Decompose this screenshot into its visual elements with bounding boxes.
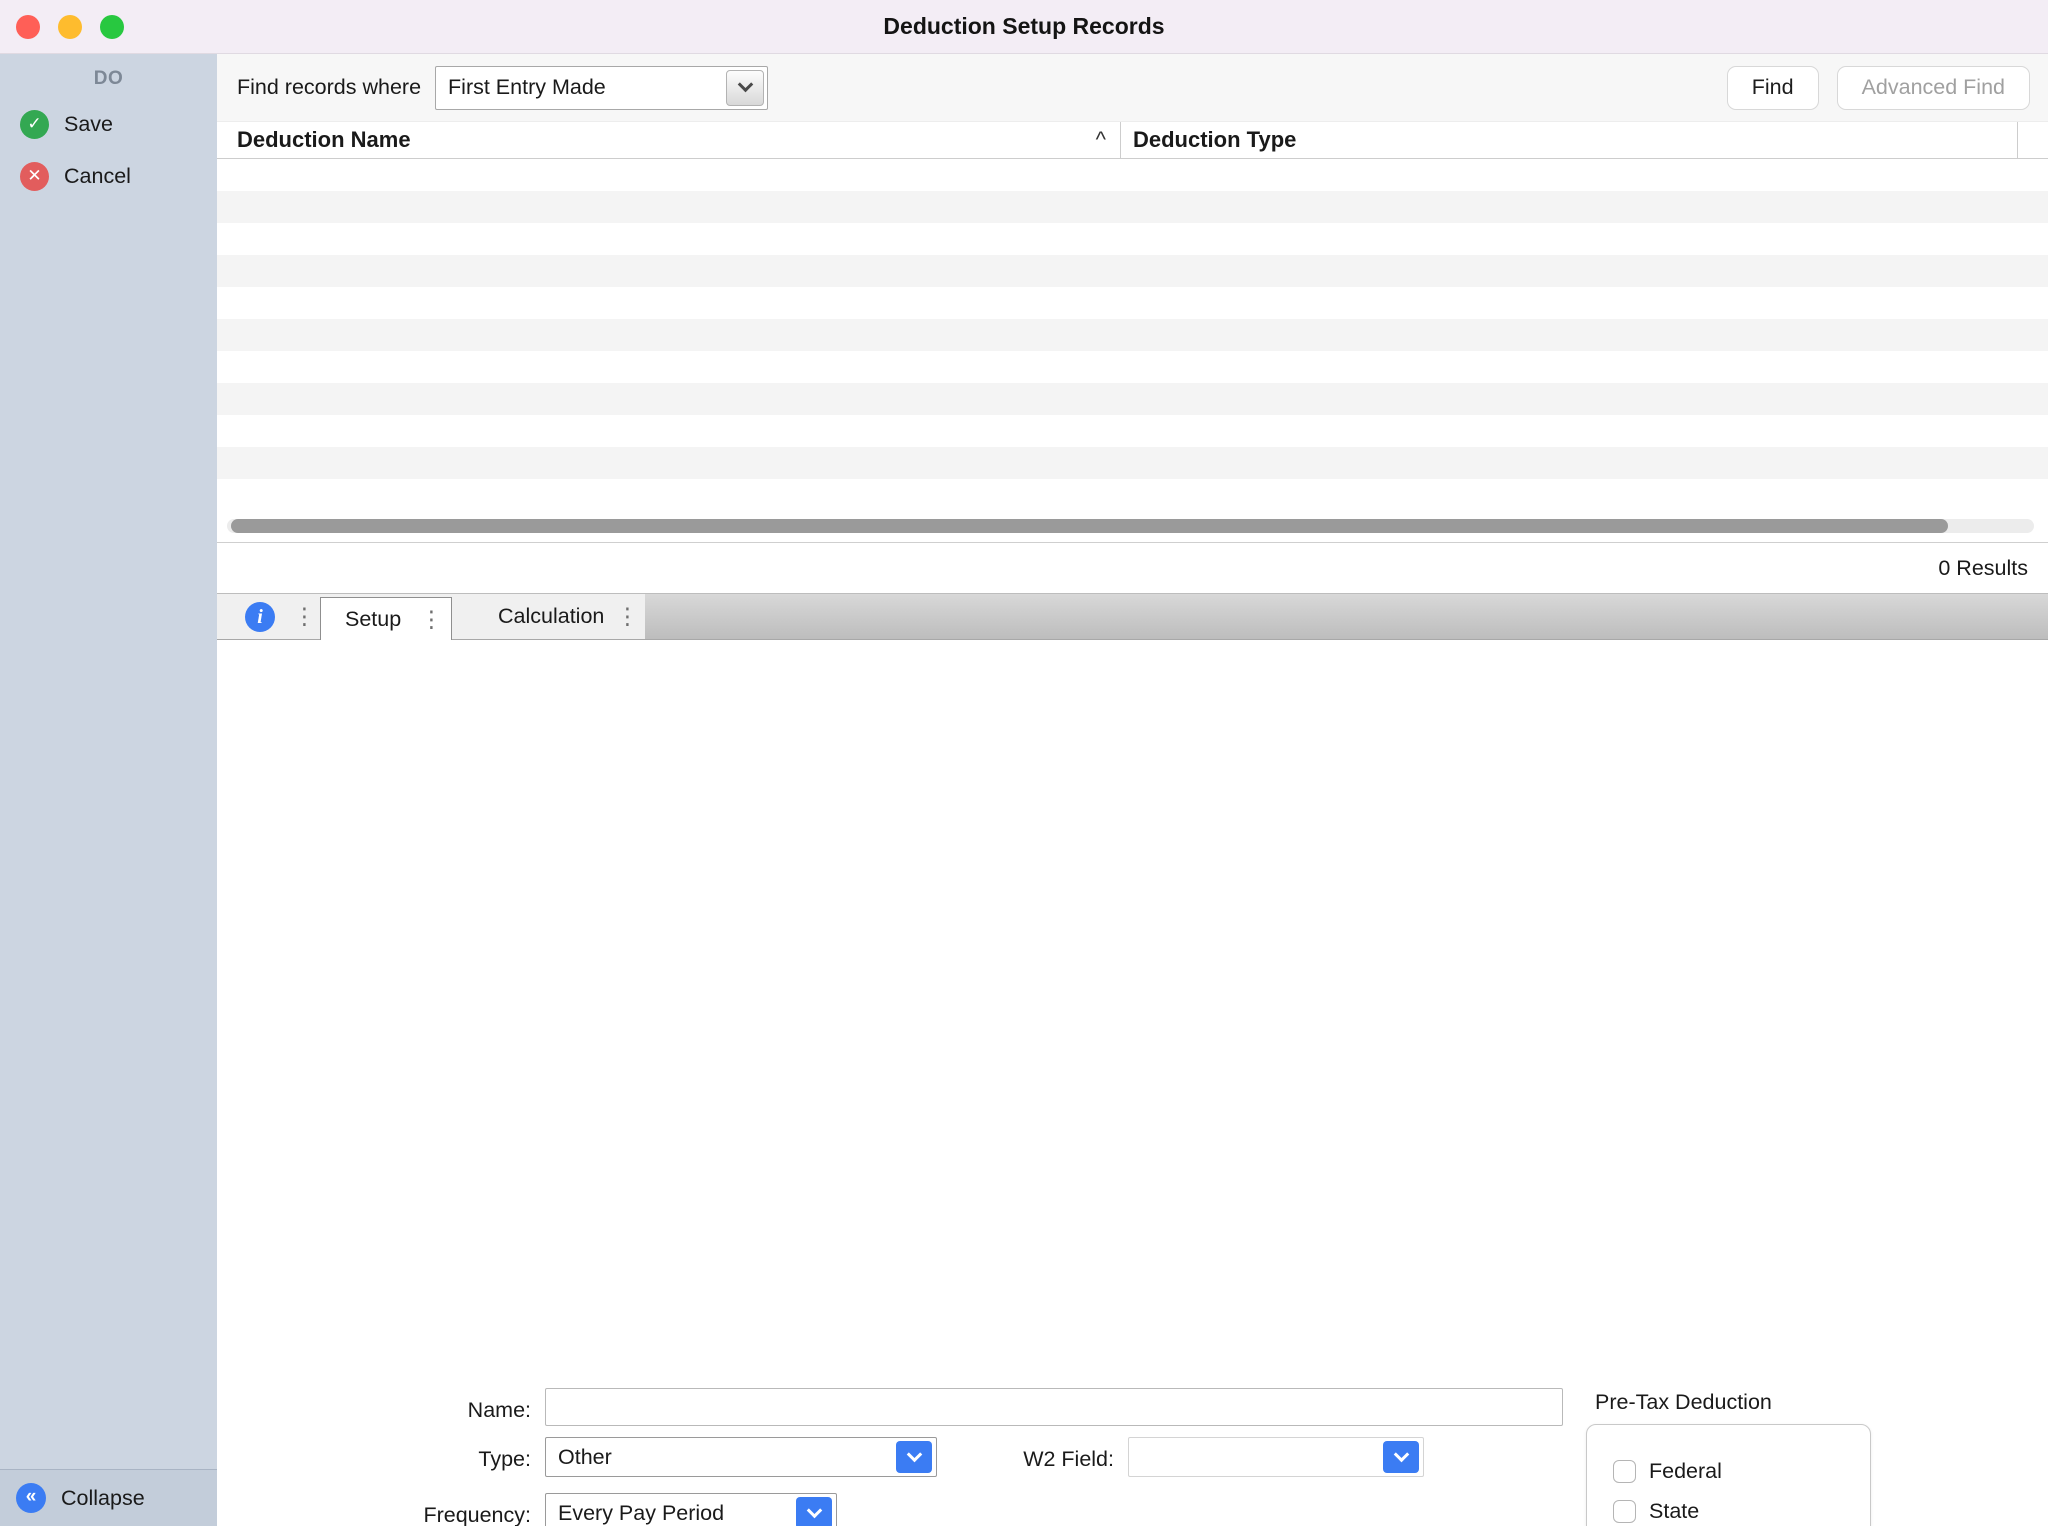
tab-strip: i ⋮ Setup ⋮ Calculation ⋮	[217, 593, 2048, 640]
frequency-dropdown[interactable]: Every Pay Period	[545, 1493, 837, 1526]
column-header-deduction-type[interactable]: Deduction Type	[1120, 122, 2017, 158]
x-circle-icon: ✕	[20, 162, 49, 191]
collapse-icon: «	[16, 1483, 46, 1513]
w2-field-label: W2 Field:	[907, 1445, 1114, 1473]
results-count: 0 Results	[1938, 556, 2028, 581]
window-title: Deduction Setup Records	[883, 13, 1164, 40]
close-button[interactable]	[16, 15, 40, 39]
type-label: Type:	[317, 1445, 531, 1473]
sidebar-header: DO	[0, 54, 217, 98]
pretax-panel: Federal State FICA Medicare Local 1	[1586, 1424, 1871, 1526]
table-header-spacer	[2017, 122, 2048, 158]
window-controls	[16, 0, 124, 53]
title-bar: Deduction Setup Records	[0, 0, 2048, 54]
find-button[interactable]: Find	[1727, 66, 1819, 110]
main-area: Find records where First Entry Made Find…	[217, 54, 2048, 1526]
sidebar-collapse-button[interactable]: « Collapse	[0, 1469, 217, 1526]
find-bar: Find records where First Entry Made Find…	[217, 54, 2048, 122]
horizontal-scrollbar[interactable]	[227, 519, 2034, 533]
sidebar-item-cancel[interactable]: ✕ Cancel	[0, 150, 217, 202]
pretax-title: Pre-Tax Deduction	[1595, 1390, 1772, 1415]
find-records-label: Find records where	[237, 75, 421, 100]
w2-field-dropdown[interactable]	[1128, 1437, 1424, 1477]
type-dropdown[interactable]: Other	[545, 1437, 937, 1477]
app-window: Deduction Setup Records DO ✓ Save ✕ Canc…	[0, 0, 2048, 1526]
table-row	[217, 447, 2048, 479]
checkbox-federal[interactable]	[1613, 1460, 1636, 1483]
table-header: Deduction Name ^ Deduction Type	[217, 122, 2048, 159]
sidebar-item-label: Cancel	[64, 164, 131, 189]
pretax-option-row: Federal	[1587, 1451, 1870, 1491]
setup-form: Name: Type: Other W2 Field: Frequency: E…	[217, 640, 2048, 1526]
frequency-label: Frequency:	[317, 1501, 531, 1526]
checkbox-state[interactable]	[1613, 1500, 1636, 1523]
name-input[interactable]	[545, 1388, 1563, 1426]
tab-grip-icon[interactable]: ⋮	[293, 594, 316, 639]
table-row	[217, 415, 2048, 447]
table-row	[217, 255, 2048, 287]
column-label: Deduction Type	[1133, 127, 1296, 153]
chevron-down-icon[interactable]	[726, 70, 764, 106]
pretax-option-label: State	[1649, 1499, 1699, 1524]
table-body	[217, 159, 2048, 511]
tab-grip-icon[interactable]: ⋮	[420, 598, 443, 640]
table-row	[217, 319, 2048, 351]
zoom-button[interactable]	[100, 15, 124, 39]
find-filter-value: First Entry Made	[436, 75, 767, 100]
scrollbar-thumb[interactable]	[231, 519, 1948, 533]
tab-calculation[interactable]: Calculation ⋮	[452, 594, 645, 639]
collapse-label: Collapse	[61, 1486, 145, 1511]
sort-ascending-icon: ^	[1096, 127, 1106, 153]
table-row	[217, 479, 2048, 511]
chevron-down-icon[interactable]	[796, 1497, 832, 1526]
frequency-value: Every Pay Period	[546, 1501, 836, 1526]
table-row	[217, 351, 2048, 383]
table-row	[217, 191, 2048, 223]
results-bar: 0 Results	[217, 543, 2048, 593]
check-circle-icon: ✓	[20, 110, 49, 139]
table-row	[217, 159, 2048, 191]
advanced-find-button[interactable]: Advanced Find	[1837, 66, 2030, 110]
minimize-button[interactable]	[58, 15, 82, 39]
results-table: Deduction Name ^ Deduction Type	[217, 122, 2048, 543]
tab-label: Setup	[345, 607, 401, 632]
sidebar: DO ✓ Save ✕ Cancel « Collapse	[0, 54, 217, 1526]
tab-setup[interactable]: Setup ⋮	[320, 597, 452, 640]
sidebar-item-save[interactable]: ✓ Save	[0, 98, 217, 150]
table-row	[217, 287, 2048, 319]
pretax-option-row: State	[1587, 1491, 1870, 1526]
find-filter-dropdown[interactable]: First Entry Made	[435, 66, 768, 110]
table-row	[217, 383, 2048, 415]
tab-label: Calculation	[498, 604, 604, 629]
chevron-down-icon[interactable]	[1383, 1441, 1419, 1473]
info-icon[interactable]: i	[245, 602, 275, 632]
type-value: Other	[546, 1445, 936, 1470]
column-header-deduction-name[interactable]: Deduction Name ^	[217, 122, 1120, 158]
name-label: Name:	[317, 1396, 531, 1424]
column-label: Deduction Name	[237, 127, 411, 153]
find-buttons: Find Advanced Find	[1727, 66, 2030, 110]
tab-grip-icon[interactable]: ⋮	[616, 594, 639, 639]
table-row	[217, 223, 2048, 255]
sidebar-item-label: Save	[64, 112, 113, 137]
pretax-option-label: Federal	[1649, 1459, 1722, 1484]
